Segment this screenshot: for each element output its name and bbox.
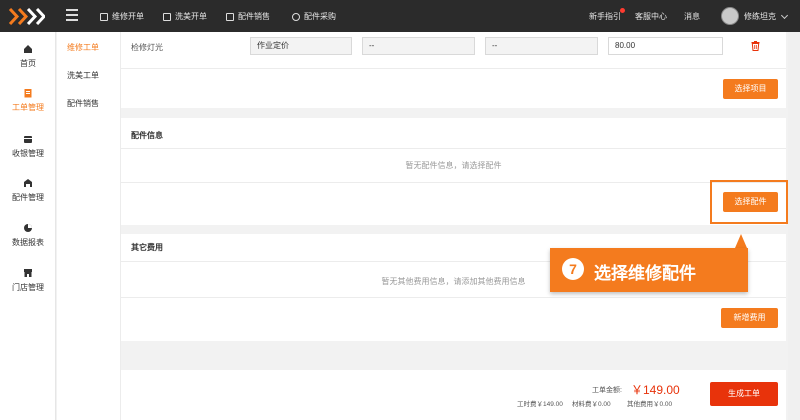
sidebar-item-cashier[interactable]: 收银管理 [0,134,56,174]
project-name: 检修灯光 [131,43,163,52]
parts-empty-message: 暂无配件信息，请选择配件 [405,161,502,170]
top-navigation-bar: 维修开单 洗美开单 配件销售 配件采购 新手指引 客服中心 消息 修练坦克 [0,0,800,32]
total-label: 工单金额: [592,387,622,394]
sidebar-item-label: 收银管理 [12,149,44,158]
sidebar: 首页 工单管理 收银管理 配件管理 数据报表 门店管理 [0,32,56,420]
subnav-item-repair-orders[interactable]: 维修工单 [67,42,99,53]
project-section: 检修灯光 作业定价 -- -- 80.00 选择项目 [121,32,786,108]
plus-circle-icon [292,12,300,21]
help-center-link[interactable]: 客服中心 [635,10,667,23]
other-fee: 其他费用￥0.00 [627,401,673,408]
chevron-down-icon[interactable] [780,11,789,20]
other-fees-title: 其它费用 [131,243,163,252]
nav-label: 配件采购 [304,12,336,21]
parts-section-title: 配件信息 [131,131,163,140]
clipboard-icon [100,12,108,21]
select-project-button[interactable]: 选择项目 [723,79,778,99]
callout-text: 选择维修配件 [594,264,696,283]
avatar[interactable] [721,7,739,25]
sidebar-item-reports[interactable]: 数据报表 [0,223,56,263]
tutorial-callout: 7 选择维修配件 [550,248,748,292]
nav-parts-purchase[interactable]: 配件采购 [292,10,336,23]
price-input[interactable]: 80.00 [608,37,723,55]
scrollbar[interactable] [788,32,800,420]
labor-fee: 工时费￥149.00 [517,401,563,408]
sidebar-item-label: 门店管理 [12,283,44,292]
store-icon [24,269,32,277]
create-order-button[interactable]: 生成工单 [710,382,778,406]
subnav-item-parts-sales[interactable]: 配件销售 [67,98,99,109]
user-name[interactable]: 修练坦克 [744,10,776,23]
project-field-3[interactable]: -- [362,37,475,55]
pie-chart-icon [24,224,32,232]
subnav-item-wash-orders[interactable]: 洗美工单 [67,70,99,81]
sidebar-item-parts[interactable]: 配件管理 [0,178,56,218]
step-number-badge: 7 [562,258,584,280]
sidebar-item-label: 工单管理 [12,103,44,112]
notification-dot [620,8,625,13]
callout-pointer [735,234,747,248]
material-fee: 材料费￥0.00 [572,401,611,408]
sidebar-item-label: 数据报表 [12,238,44,247]
app-logo[interactable] [9,8,45,25]
divider [121,297,786,298]
clipboard-icon [24,89,32,98]
highlight-frame [710,180,788,224]
sidebar-item-label: 首页 [20,59,36,68]
nav-label: 配件销售 [238,12,270,21]
order-summary-bar: 工单金额: ￥149.00 工时费￥149.00 材料费￥0.00 其他费用￥0… [121,370,786,420]
divider [121,68,786,69]
sidebar-item-orders[interactable]: 工单管理 [0,88,56,128]
divider [121,182,786,183]
sidebar-item-label: 配件管理 [12,193,44,202]
wallet-icon [24,136,32,143]
divider [121,148,786,149]
total-amount: ￥149.00 [631,383,680,397]
pricing-type-field[interactable]: 作业定价 [250,37,352,55]
nav-repair-order[interactable]: 维修开单 [100,10,144,23]
sidebar-item-home[interactable]: 首页 [0,44,56,84]
nav-wash-order[interactable]: 洗美开单 [163,10,207,23]
clipboard-icon [163,12,171,21]
nav-label: 洗美开单 [175,12,207,21]
warehouse-icon [24,179,32,187]
guide-link[interactable]: 新手指引 [589,10,621,23]
trash-icon[interactable] [751,41,760,51]
hamburger-menu-icon[interactable] [66,9,78,21]
nav-parts-sales[interactable]: 配件销售 [226,10,270,23]
nav-label: 维修开单 [112,12,144,21]
parts-section: 配件信息 暂无配件信息，请选择配件 选择配件 [121,118,786,225]
messages-link[interactable]: 消息 [684,10,700,23]
project-field-4[interactable]: -- [485,37,598,55]
sub-navigation: 维修工单 洗美工单 配件销售 [57,32,121,420]
clipboard-icon [226,12,234,21]
add-fee-button[interactable]: 新增费用 [721,308,778,328]
home-icon [24,45,32,53]
sidebar-item-store[interactable]: 门店管理 [0,268,56,308]
